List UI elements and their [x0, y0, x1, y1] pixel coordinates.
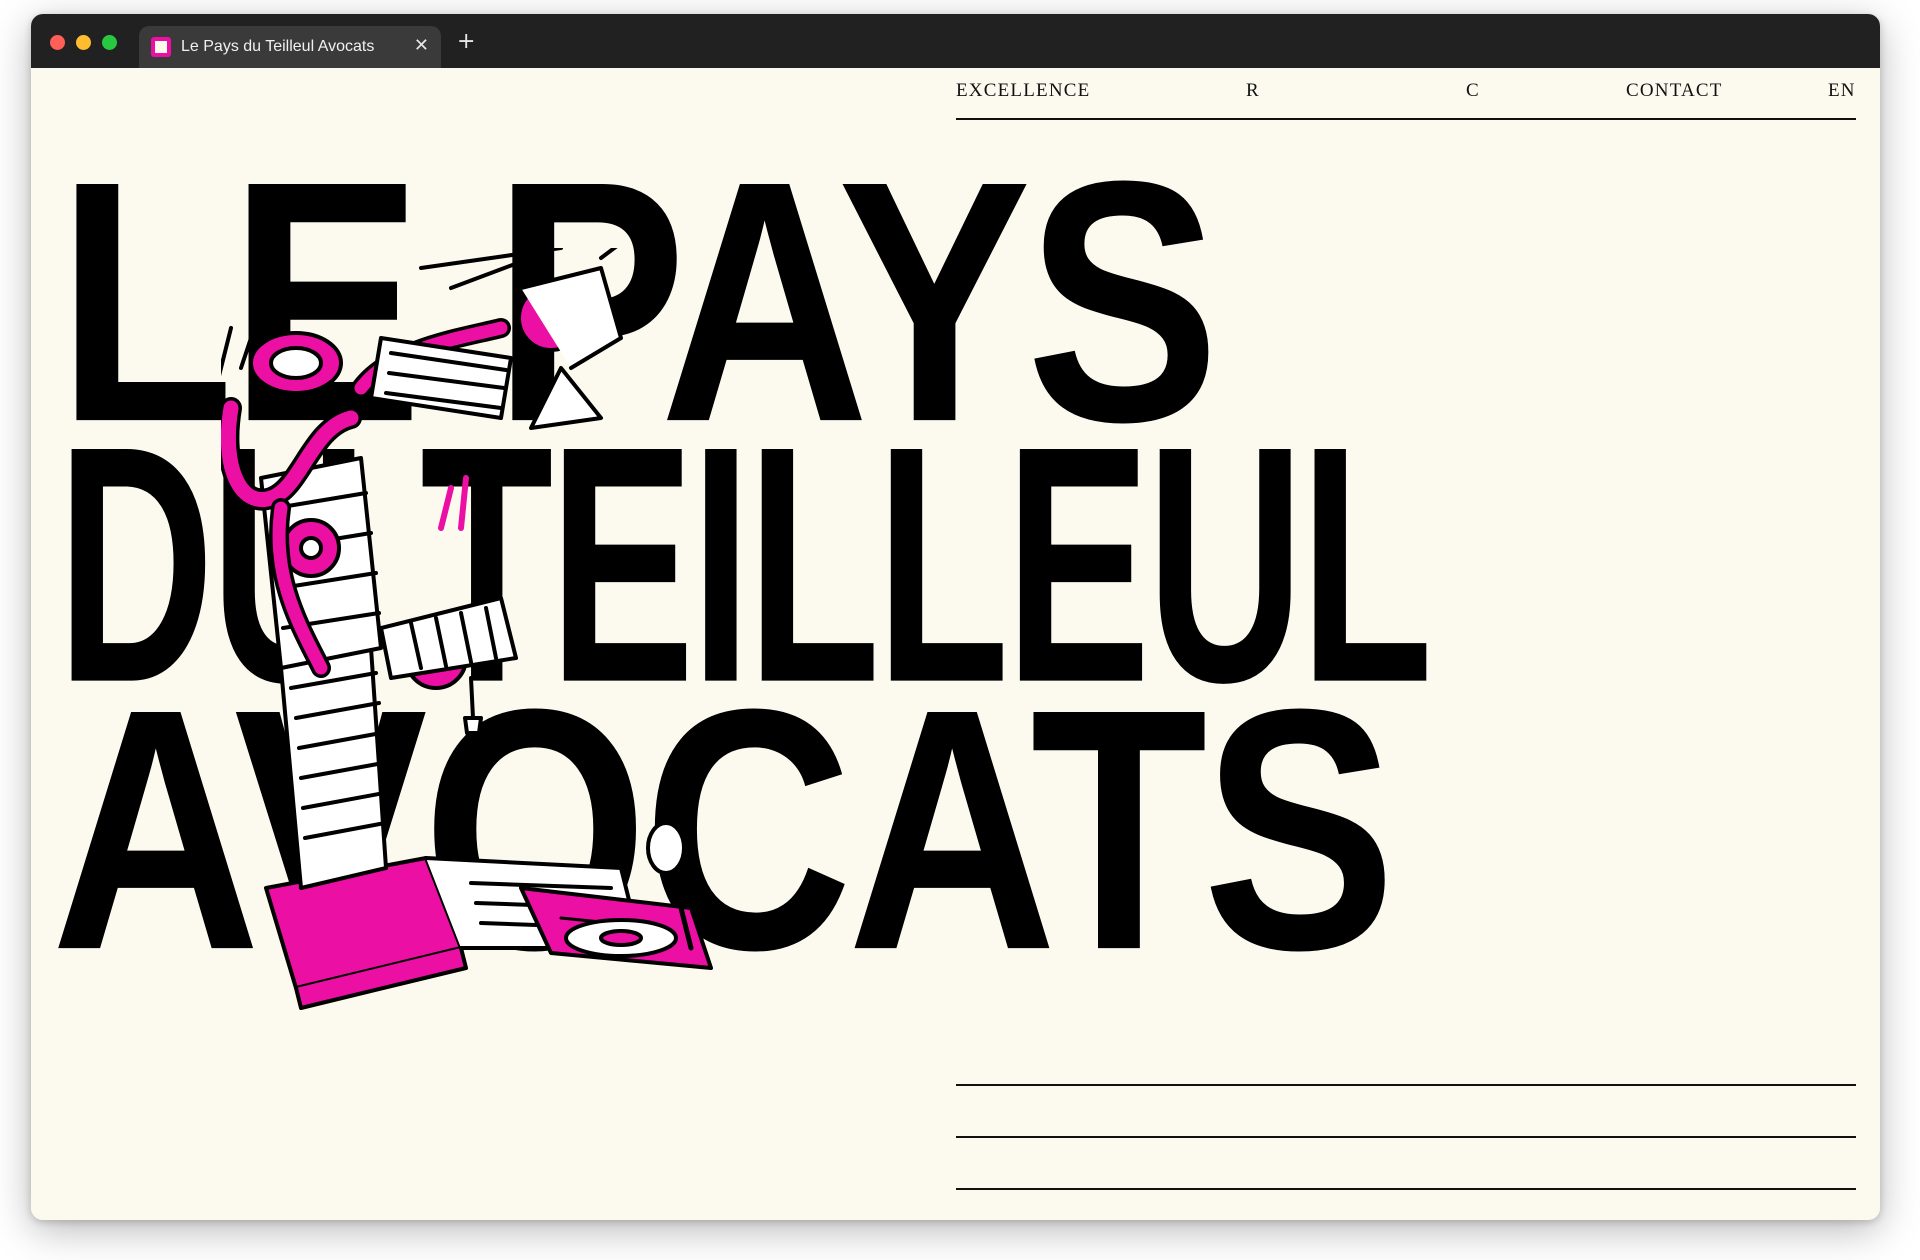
nav-item-contact[interactable]: CONTACT: [1626, 80, 1723, 102]
divider-line-2: [956, 1136, 1856, 1138]
nav-item-excellence[interactable]: EXCELLENCE: [956, 80, 1090, 102]
new-tab-button[interactable]: +: [457, 31, 475, 53]
divider-line-3: [956, 1188, 1856, 1190]
window-maximize-button[interactable]: [102, 35, 117, 50]
favicon-icon: [151, 37, 171, 57]
browser-window: Le Pays du Teilleul Avocats ✕ + LE PAYS …: [31, 14, 1880, 1220]
page-viewport: LE PAYS DU TEILLEUL AVOCATS EXCELLENCE R…: [31, 68, 1880, 1220]
tab-title: Le Pays du Teilleul Avocats: [181, 38, 375, 55]
window-minimize-button[interactable]: [76, 35, 91, 50]
window-close-button[interactable]: [50, 35, 65, 50]
robotic-arm-collage-illustration: [221, 248, 713, 1010]
divider-line-1: [956, 1084, 1856, 1086]
browser-tab[interactable]: Le Pays du Teilleul Avocats ✕: [139, 26, 441, 68]
browser-titlebar: Le Pays du Teilleul Avocats ✕ +: [31, 14, 1880, 68]
nav-item-en[interactable]: EN: [1828, 80, 1856, 102]
nav-divider: [956, 118, 1856, 120]
top-nav: EXCELLENCE R C CONTACT EN: [956, 80, 1856, 112]
nav-item-c[interactable]: C: [1466, 80, 1480, 102]
nav-item-r[interactable]: R: [1246, 80, 1260, 102]
tab-close-icon[interactable]: ✕: [414, 35, 429, 57]
